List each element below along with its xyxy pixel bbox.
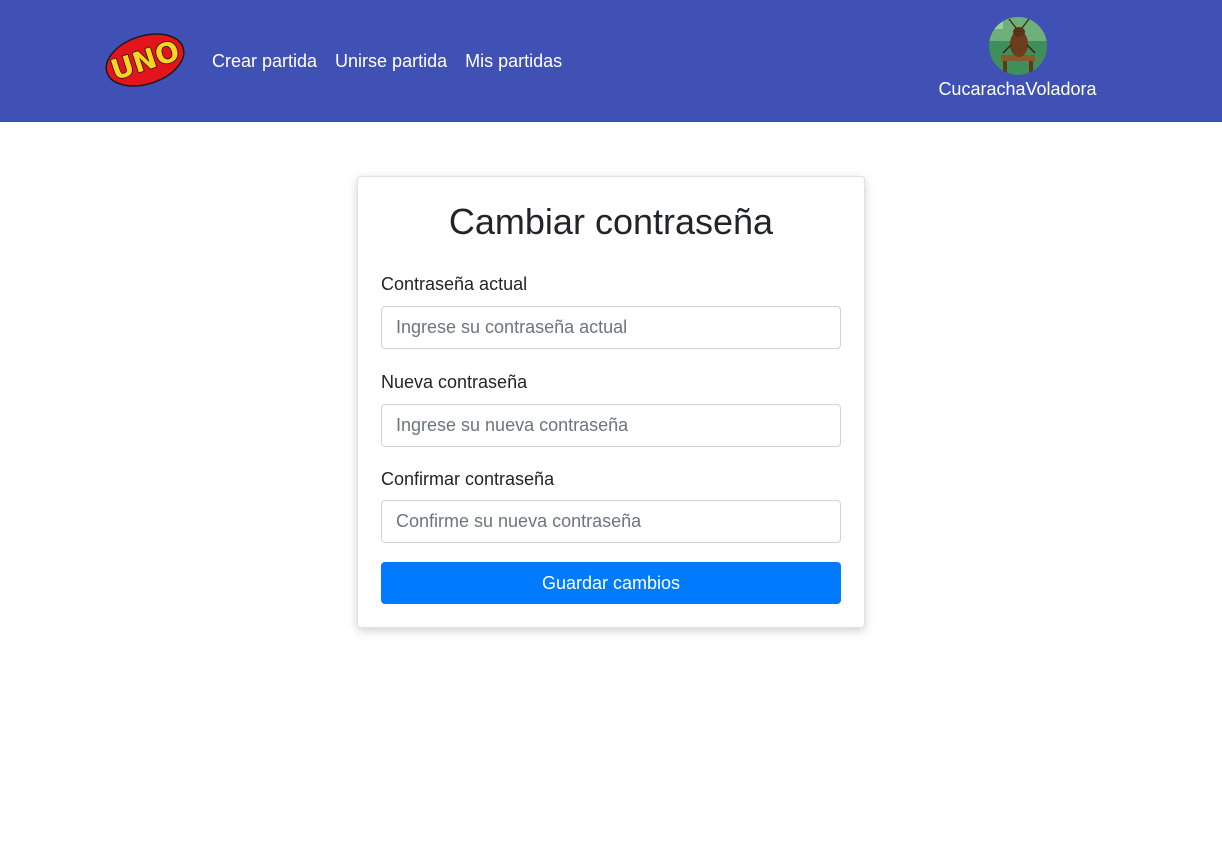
new-password-label: Nueva contraseña — [381, 372, 528, 392]
change-password-card: Cambiar contraseña Contraseña actual Nue… — [357, 176, 865, 628]
nav-mis-partidas[interactable]: Mis partidas — [465, 50, 562, 72]
confirm-password-label: Confirmar contraseña — [381, 469, 555, 489]
nav-crear-partida[interactable]: Crear partida — [212, 50, 317, 72]
page-title: Cambiar contraseña — [448, 201, 774, 242]
current-password-input[interactable] — [381, 306, 841, 349]
new-password-input[interactable] — [381, 404, 841, 447]
nav-unirse-partida[interactable]: Unirse partida — [335, 50, 447, 72]
uno-logo-icon: UNO — [105, 33, 185, 88]
current-password-label: Contraseña actual — [381, 274, 528, 294]
uno-logo[interactable]: UNO — [103, 30, 187, 90]
user-menu[interactable]: CucarachaVoladora — [930, 17, 1105, 107]
cockroach-avatar-icon — [988, 17, 1047, 75]
confirm-password-input[interactable] — [381, 500, 841, 543]
nav-links: Crear partida Unirse partida Mis partida… — [212, 50, 580, 72]
save-changes-button[interactable]: Guardar cambios — [381, 562, 841, 604]
avatar[interactable] — [988, 17, 1047, 75]
username[interactable]: CucarachaVoladora — [930, 78, 1105, 100]
top-navbar: UNO Crear partida Unirse partida Mis par… — [0, 0, 1222, 122]
